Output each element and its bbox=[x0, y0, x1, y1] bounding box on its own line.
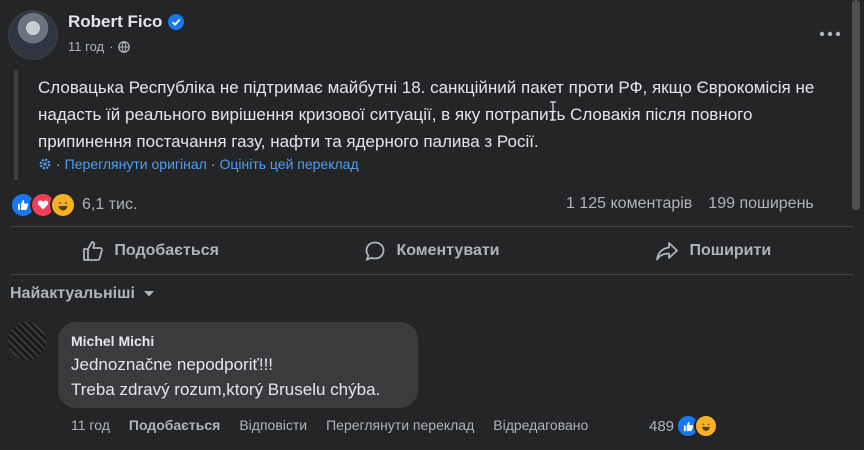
verified-icon bbox=[168, 14, 185, 30]
haha-icon bbox=[694, 414, 719, 438]
share-label: Поширити bbox=[689, 242, 772, 259]
haha-icon bbox=[50, 192, 76, 218]
translate-dot-2: · bbox=[210, 156, 216, 172]
comment-button[interactable]: Коментувати bbox=[291, 232, 572, 270]
more-icon bbox=[819, 31, 841, 37]
comment-text-line-2: Treba zdravý rozum,ktorý Bruselu chýba. bbox=[71, 380, 381, 399]
like-button[interactable]: Подобається bbox=[10, 232, 291, 270]
chevron-down-icon bbox=[143, 291, 154, 297]
comment-see-translation-button[interactable]: Переглянути переклад bbox=[326, 417, 474, 433]
meta-dot: · bbox=[109, 39, 114, 54]
post-author[interactable]: Robert Fico bbox=[68, 12, 185, 32]
reaction-count[interactable]: 6,1 тис. bbox=[82, 196, 137, 214]
comment-reaction-count: 489 bbox=[649, 417, 675, 435]
author-name[interactable]: Robert Fico bbox=[68, 12, 162, 32]
comment-sort-dropdown[interactable]: Найактуальніші bbox=[10, 285, 155, 303]
post-stats: 1 125 коментарів 199 поширень bbox=[566, 195, 814, 213]
reactions-summary[interactable]: 6,1 тис. bbox=[10, 192, 137, 218]
post-actions-bar: Подобається Коментувати Поширити bbox=[10, 232, 854, 270]
divider-bottom bbox=[10, 274, 854, 275]
share-icon bbox=[656, 242, 679, 261]
gear-icon bbox=[39, 158, 51, 170]
post-meta: 11 год · bbox=[68, 39, 131, 54]
comment-time[interactable]: 11 год bbox=[71, 417, 110, 433]
more-options-button[interactable] bbox=[816, 20, 844, 48]
globe-icon bbox=[118, 40, 131, 53]
comments-count[interactable]: 1 125 коментарів bbox=[566, 195, 692, 213]
commenter-name[interactable]: Michel Michi bbox=[71, 333, 154, 349]
comment-icon bbox=[365, 241, 385, 262]
thumbs-up-icon bbox=[83, 241, 104, 261]
comment-actions: 11 год Подобається Відповісти Переглянут… bbox=[71, 417, 588, 433]
translate-dot-1: · bbox=[56, 156, 61, 172]
post-time[interactable]: 11 год bbox=[68, 39, 104, 54]
see-original-link[interactable]: Переглянути оригінал bbox=[65, 156, 207, 172]
share-button[interactable]: Поширити bbox=[573, 232, 854, 270]
commenter-avatar[interactable] bbox=[8, 322, 46, 360]
sort-label: Найактуальніші bbox=[10, 285, 135, 302]
post-text: Словацька Республіка не підтримає майбут… bbox=[38, 78, 815, 151]
comment-text-line-1: Jednoznačne nepodporiť!!! bbox=[71, 355, 274, 374]
comment-reactions[interactable]: 489 bbox=[649, 414, 719, 438]
quote-bar bbox=[14, 70, 18, 180]
scrollbar[interactable] bbox=[852, 0, 860, 210]
text-cursor-icon bbox=[550, 101, 556, 121]
like-label: Подобається bbox=[114, 242, 219, 259]
comment-reply-button[interactable]: Відповісти bbox=[239, 417, 307, 433]
comment-label: Коментувати bbox=[396, 242, 500, 259]
shares-count[interactable]: 199 поширень bbox=[708, 195, 813, 213]
comment-edited-label[interactable]: Відредаговано bbox=[493, 417, 588, 433]
author-avatar[interactable] bbox=[10, 12, 56, 58]
divider-top bbox=[10, 226, 854, 227]
translation-row: · Переглянути оригінал · Оцініть цей пер… bbox=[38, 156, 359, 172]
rate-translation-link[interactable]: Оцініть цей переклад bbox=[219, 156, 358, 172]
comment-like-button[interactable]: Подобається bbox=[129, 417, 220, 433]
